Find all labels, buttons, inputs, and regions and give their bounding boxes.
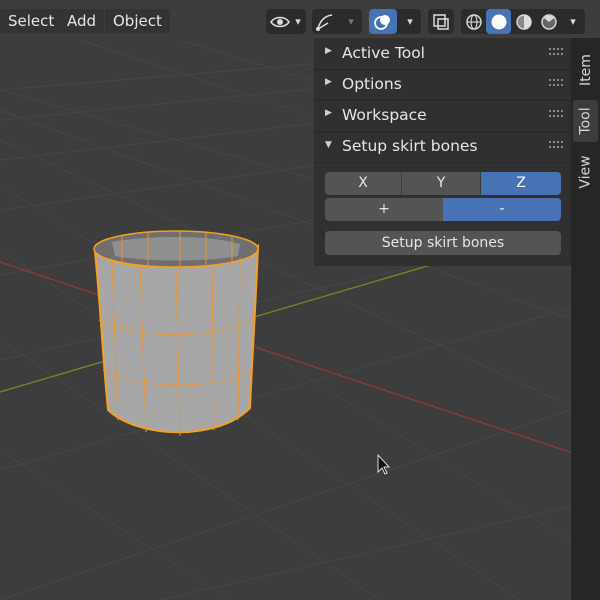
- eye-visibility-icon: [268, 9, 292, 34]
- gizmo-icon[interactable]: [312, 9, 338, 34]
- drag-grip-icon[interactable]: [549, 110, 565, 118]
- chevron-down-icon[interactable]: ▾: [563, 9, 583, 34]
- collapse-triangle-icon: ▼: [325, 140, 332, 150]
- plus-direction-button[interactable]: +: [325, 198, 443, 221]
- tab-view[interactable]: View: [573, 148, 598, 196]
- expand-triangle-icon: ▶: [325, 108, 332, 118]
- chevron-down-icon: ▾: [295, 15, 301, 28]
- overlays-dropdown[interactable]: ▾: [369, 9, 421, 34]
- viewport-header: Select Add Object ▾ ▾ ▾ ▾: [0, 0, 600, 42]
- menu-object[interactable]: Object: [105, 9, 170, 33]
- expand-triangle-icon: ▶: [325, 46, 332, 56]
- visibility-dropdown[interactable]: ▾: [266, 9, 306, 34]
- tab-item[interactable]: Item: [573, 42, 598, 98]
- axis-z-button[interactable]: Z: [481, 172, 561, 195]
- tab-label: View: [577, 155, 594, 189]
- drag-grip-icon[interactable]: [549, 141, 565, 149]
- solid-shading-icon[interactable]: [486, 9, 511, 34]
- shading-buttons: ▾: [461, 9, 585, 34]
- sidebar-panel: ▶ Active Tool ▶ Options ▶ Workspace ▼ Se…: [314, 38, 571, 266]
- menu-add[interactable]: Add: [59, 9, 105, 33]
- divider: [314, 162, 571, 163]
- material-preview-icon[interactable]: [511, 9, 536, 34]
- tab-label: Item: [577, 54, 594, 86]
- section-active-tool[interactable]: ▶ Active Tool: [314, 38, 571, 69]
- chevron-down-icon[interactable]: ▾: [342, 9, 360, 34]
- expand-triangle-icon: ▶: [325, 77, 332, 87]
- setup-skirt-bones-button[interactable]: Setup skirt bones: [325, 231, 561, 255]
- axis-x-button[interactable]: X: [325, 172, 402, 195]
- xray-toggle[interactable]: [428, 9, 454, 34]
- rendered-shading-icon[interactable]: [536, 9, 561, 34]
- chevron-down-icon[interactable]: ▾: [401, 9, 419, 34]
- xray-icon: [428, 9, 454, 34]
- section-label: Workspace: [342, 106, 427, 124]
- section-workspace[interactable]: ▶ Workspace: [314, 100, 571, 131]
- axis-y-button[interactable]: Y: [402, 172, 481, 195]
- gizmo-dropdown[interactable]: ▾: [312, 9, 362, 34]
- menu-select[interactable]: Select: [0, 9, 63, 33]
- overlays-icon[interactable]: [369, 9, 397, 34]
- drag-grip-icon[interactable]: [549, 48, 565, 56]
- sidebar-tabs: Item Tool View: [571, 38, 600, 600]
- section-label: Active Tool: [342, 44, 425, 62]
- section-options[interactable]: ▶ Options: [314, 69, 571, 100]
- section-label: Setup skirt bones: [342, 137, 478, 155]
- section-setup-skirt-bones[interactable]: ▼ Setup skirt bones: [314, 131, 571, 162]
- section-label: Options: [342, 75, 402, 93]
- drag-grip-icon[interactable]: [549, 79, 565, 87]
- minus-direction-button[interactable]: -: [443, 198, 561, 221]
- tab-tool[interactable]: Tool: [573, 100, 598, 142]
- wireframe-shading-icon[interactable]: [461, 9, 486, 34]
- cylinder-mesh: [93, 230, 260, 437]
- tab-label: Tool: [577, 107, 594, 135]
